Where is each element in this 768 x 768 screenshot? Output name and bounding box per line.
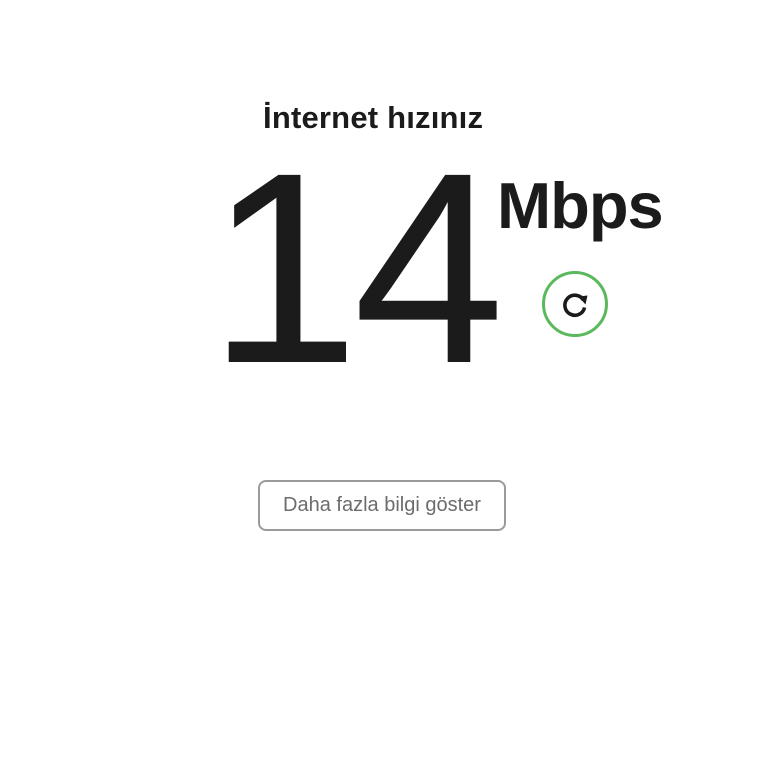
- speed-unit: Mbps: [497, 169, 664, 242]
- refresh-button[interactable]: [542, 271, 608, 337]
- more-info-button[interactable]: Daha fazla bilgi göster: [258, 480, 506, 531]
- refresh-icon: [558, 287, 592, 321]
- speed-test-page: İnternet hızınız 14 Mbps Daha fazla bilg…: [0, 0, 768, 768]
- speed-value: 14: [208, 116, 505, 420]
